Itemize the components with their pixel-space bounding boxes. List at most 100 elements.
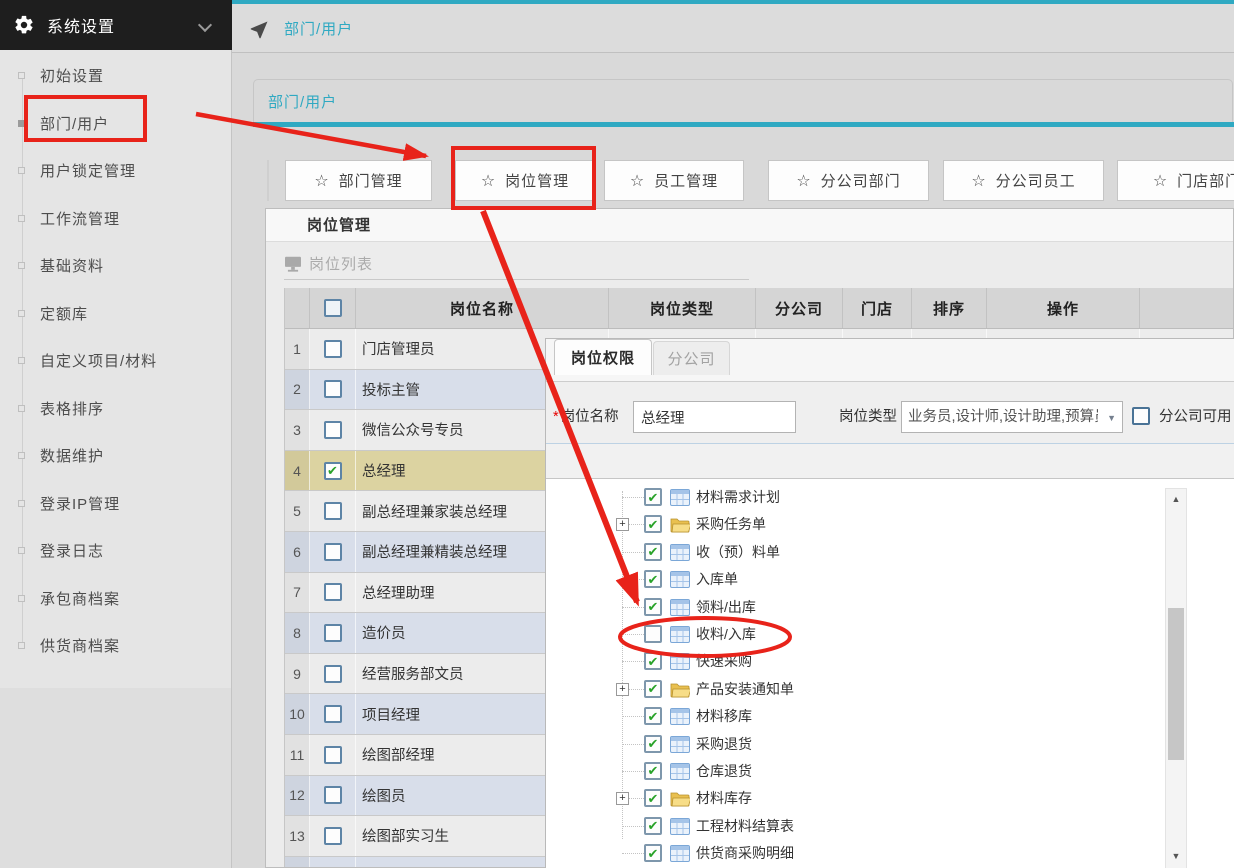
toolbar-button[interactable]: ☆ 分公司员工: [943, 160, 1104, 201]
row-checkbox[interactable]: ✔: [324, 502, 342, 520]
tree-checkbox[interactable]: ✔: [644, 488, 662, 506]
sidebar-item[interactable]: 部门/用户: [0, 100, 231, 148]
tree-node-label[interactable]: 材料库存: [696, 785, 752, 812]
tree-node[interactable]: + ✔ 产品安装通知单: [546, 676, 1234, 703]
sidebar-item[interactable]: 用户锁定管理: [0, 147, 231, 195]
tree-node-label[interactable]: 供货商采购明细: [696, 840, 794, 867]
tree-node-label[interactable]: 仓库退货: [696, 758, 752, 785]
sidebar-item[interactable]: 表格排序: [0, 385, 231, 433]
sidebar-item[interactable]: 定额库: [0, 290, 231, 338]
tree-checkbox[interactable]: ✔: [644, 625, 662, 643]
expander-icon[interactable]: +: [616, 518, 629, 531]
row-checkbox[interactable]: ✔: [324, 624, 342, 642]
tab-departments-users[interactable]: 部门/用户: [253, 79, 1233, 122]
select-all-checkbox[interactable]: ✔: [324, 299, 342, 317]
tree-node[interactable]: + ✔ 材料需求计划: [546, 484, 1234, 511]
tree-node[interactable]: + ✔ 工程材料结算表: [546, 813, 1234, 840]
sidebar-item[interactable]: 数据维护: [0, 432, 231, 480]
tree-checkbox[interactable]: ✔: [644, 652, 662, 670]
tree-node-label[interactable]: 领料/出库: [696, 594, 756, 621]
tree-node[interactable]: + ✔ 采购退货: [546, 731, 1234, 758]
tree-node-label[interactable]: 收（预）料单: [696, 539, 780, 566]
row-checkbox-cell: ✔: [310, 735, 356, 775]
tree-node-label[interactable]: 采购任务单: [696, 511, 766, 538]
tree-checkbox[interactable]: ✔: [644, 789, 662, 807]
scrollbar-down-arrow[interactable]: ▼: [1166, 851, 1186, 861]
sidebar-item-label: 承包商档案: [40, 588, 120, 609]
sidebar-item[interactable]: 登录日志: [0, 527, 231, 575]
tree-stub-line: [622, 826, 644, 827]
expander-icon[interactable]: +: [616, 792, 629, 805]
tab-branch-company[interactable]: 分公司: [653, 341, 730, 375]
tree-node[interactable]: + ✔ 入库单: [546, 566, 1234, 593]
tree-node-label[interactable]: 快速采购: [696, 648, 752, 675]
scrollbar-up-arrow[interactable]: ▲: [1166, 494, 1186, 504]
tree-node[interactable]: + ✔ 材料移库: [546, 703, 1234, 730]
chevron-down-icon[interactable]: [198, 18, 212, 32]
tree-node[interactable]: + ✔ 收（预）料单: [546, 539, 1234, 566]
job-name-input[interactable]: [633, 401, 796, 433]
tree-node[interactable]: + ✔ 仓库退货: [546, 758, 1234, 785]
toolbar-button[interactable]: ☆ 门店部门: [1117, 160, 1234, 201]
tree-checkbox[interactable]: ✔: [644, 735, 662, 753]
tree-checkbox[interactable]: ✔: [644, 844, 662, 862]
toolbar-button[interactable]: ☆ 分公司部门: [768, 160, 929, 201]
tree-node[interactable]: + ✔ 快速采购: [546, 648, 1234, 675]
row-checkbox-cell: ✔: [310, 410, 356, 450]
row-checkbox[interactable]: ✔: [324, 462, 342, 480]
branch-available-checkbox[interactable]: ✔: [1132, 407, 1150, 425]
toolbar-button[interactable]: ☆ 部门管理: [285, 160, 432, 201]
tree-node[interactable]: + ✔ 采购任务单: [546, 511, 1234, 538]
tree-node-icon: [670, 736, 690, 753]
tree-node[interactable]: + ✔ 供货商采购明细: [546, 840, 1234, 867]
tree-node-label[interactable]: 材料需求计划: [696, 484, 780, 511]
row-checkbox[interactable]: ✔: [324, 786, 342, 804]
row-checkbox[interactable]: ✔: [324, 543, 342, 561]
tree-node[interactable]: + ✔ 领料/出库: [546, 594, 1234, 621]
tree-checkbox[interactable]: ✔: [644, 817, 662, 835]
sidebar-item[interactable]: 供货商档案: [0, 622, 231, 670]
star-icon: ☆: [1153, 171, 1167, 191]
tree-checkbox[interactable]: ✔: [644, 570, 662, 588]
sidebar-item[interactable]: 登录IP管理: [0, 480, 231, 528]
sidebar-item[interactable]: 承包商档案: [0, 575, 231, 623]
tree-node-label[interactable]: 入库单: [696, 566, 738, 593]
sidebar-item[interactable]: 基础资料: [0, 242, 231, 290]
row-checkbox[interactable]: ✔: [324, 746, 342, 764]
row-checkbox[interactable]: ✔: [324, 380, 342, 398]
scrollbar-thumb[interactable]: [1168, 608, 1184, 760]
dropdown-arrow-icon[interactable]: ▼: [1107, 413, 1116, 423]
tree-node-label[interactable]: 产品安装通知单: [696, 676, 794, 703]
row-number: 2: [285, 370, 310, 410]
tree-node-label[interactable]: 收料/入库: [696, 621, 756, 648]
toolbar-button[interactable]: ☆ 岗位管理: [455, 160, 595, 201]
row-number: 5: [285, 491, 310, 531]
row-checkbox[interactable]: ✔: [324, 340, 342, 358]
tree-node-label[interactable]: 材料移库: [696, 703, 752, 730]
sidebar-item[interactable]: 工作流管理: [0, 195, 231, 243]
tree-node[interactable]: + ✔ 材料库存: [546, 785, 1234, 812]
expander-icon[interactable]: +: [616, 683, 629, 696]
row-checkbox[interactable]: ✔: [324, 583, 342, 601]
sidebar-item[interactable]: 初始设置: [0, 52, 231, 100]
toolbar-button[interactable]: ☆ 员工管理: [604, 160, 744, 201]
sidebar-item[interactable]: 自定义项目/材料: [0, 337, 231, 385]
tree-scrollbar[interactable]: ▲ ▼: [1165, 488, 1187, 868]
row-checkbox[interactable]: ✔: [324, 421, 342, 439]
tree-stub-line: [622, 607, 644, 608]
tree-node-label[interactable]: 采购退货: [696, 731, 752, 758]
job-type-dropdown[interactable]: 业务员,设计师,设计助理,预算员 ▼: [901, 401, 1123, 433]
row-checkbox[interactable]: ✔: [324, 665, 342, 683]
tree-checkbox[interactable]: ✔: [644, 598, 662, 616]
tree-node[interactable]: + ✔ 收料/入库: [546, 621, 1234, 648]
tree-checkbox[interactable]: ✔: [644, 515, 662, 533]
tree-checkbox[interactable]: ✔: [644, 543, 662, 561]
row-checkbox[interactable]: ✔: [324, 705, 342, 723]
table-icon: [670, 626, 690, 643]
tree-checkbox[interactable]: ✔: [644, 707, 662, 725]
row-checkbox[interactable]: ✔: [324, 827, 342, 845]
tab-job-permissions[interactable]: 岗位权限: [554, 339, 652, 375]
tree-checkbox[interactable]: ✔: [644, 680, 662, 698]
tree-node-label[interactable]: 工程材料结算表: [696, 813, 794, 840]
tree-checkbox[interactable]: ✔: [644, 762, 662, 780]
